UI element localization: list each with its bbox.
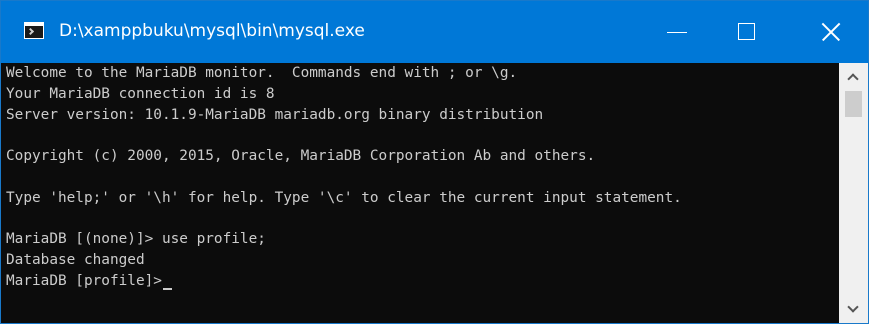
vertical-scrollbar[interactable] — [839, 63, 868, 323]
console-line: Type 'help;' or '\h' for help. Type '\c'… — [6, 189, 682, 206]
console-line: Welcome to the MariaDB monitor. Commands… — [6, 65, 518, 81]
scrollbar-thumb[interactable] — [845, 91, 862, 117]
maximize-button[interactable] — [723, 1, 769, 63]
console-prompt-line: MariaDB [profile]> — [6, 273, 162, 289]
console-app-icon[interactable] — [24, 22, 44, 39]
console-line: MariaDB [(none)]> use profile; — [6, 231, 266, 248]
scroll-up-button[interactable] — [839, 65, 868, 89]
maximize-icon — [738, 23, 755, 40]
console-window: D:\xamppbuku\mysql\bin\mysql.exe Welcome… — [0, 0, 869, 324]
console-line: Server version: 10.1.9-MariaDB mariadb.o… — [6, 106, 544, 123]
console-output[interactable]: Welcome to the MariaDB monitor. Commands… — [1, 63, 839, 323]
window-title: D:\xamppbuku\mysql\bin\mysql.exe — [59, 21, 365, 41]
close-icon — [821, 22, 841, 42]
text-cursor — [162, 288, 172, 290]
chevron-down-icon — [847, 301, 859, 313]
console-line: Copyright (c) 2000, 2015, Oracle, MariaD… — [6, 148, 596, 165]
chevron-up-icon — [847, 73, 859, 85]
title-bar[interactable]: D:\xamppbuku\mysql\bin\mysql.exe — [1, 1, 868, 63]
console-line: Your MariaDB connection id is 8 — [6, 85, 275, 102]
minimize-icon — [667, 32, 687, 33]
console-line: Database changed — [6, 252, 145, 269]
minimize-button[interactable] — [654, 1, 700, 63]
close-button[interactable] — [808, 1, 854, 63]
scroll-down-button[interactable] — [839, 297, 868, 321]
